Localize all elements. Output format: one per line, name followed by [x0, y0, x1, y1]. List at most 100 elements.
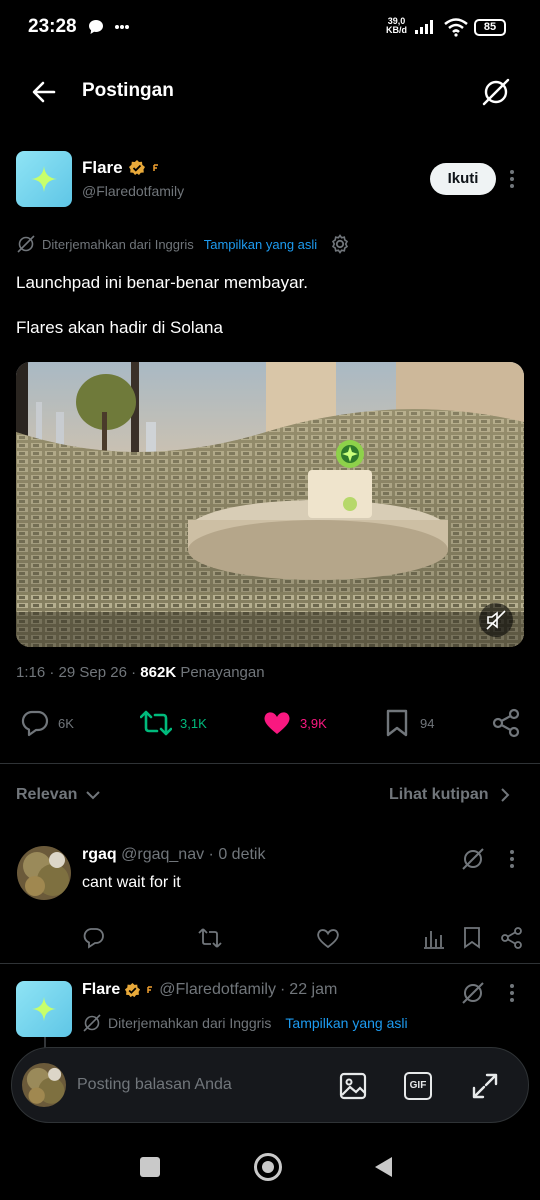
user-avatar-image — [17, 846, 71, 900]
grok-icon — [462, 848, 484, 870]
translation-row: Diterjemahkan dari Inggris Tampilkan yan… — [16, 234, 351, 254]
chat-notification-icon — [88, 19, 104, 35]
reply-more-button[interactable] — [506, 848, 518, 870]
quotes-label: Lihat kutipan — [389, 786, 489, 803]
reply-2-more-button[interactable] — [506, 982, 518, 1004]
page-title: Postingan — [82, 80, 174, 101]
post-video[interactable] — [16, 362, 524, 647]
post-time: 1:16 — [16, 664, 46, 681]
reply-author-name[interactable]: rgaq — [82, 846, 117, 863]
add-gif-button[interactable]: GIF — [404, 1071, 432, 1100]
repost-button[interactable]: 3,1K — [140, 708, 207, 738]
repost-count: 3,1K — [180, 715, 207, 731]
follow-button[interactable]: Ikuti — [430, 163, 496, 195]
grok-button[interactable] — [480, 76, 512, 108]
flare-logo-icon — [31, 166, 57, 192]
show-original-link[interactable]: Tampilkan yang asli — [204, 237, 317, 252]
reply-bookmark-button[interactable] — [462, 926, 484, 950]
post-meta: 1:16 · 29 Sep 26 · 862K Penayangan — [16, 664, 265, 681]
divider — [0, 763, 540, 764]
status-time: 23:28 — [28, 16, 77, 37]
reply-2-show-original-link[interactable]: Tampilkan yang asli — [285, 1015, 407, 1031]
like-button[interactable]: 3,9K — [262, 708, 327, 738]
reply-like-button[interactable] — [316, 926, 340, 950]
reply-icon — [83, 928, 104, 949]
user-avatar-image — [22, 1063, 66, 1107]
reply-2-author-handle: @Flaredotfamily — [159, 981, 276, 998]
share-icon — [501, 927, 522, 949]
reply-views-button[interactable] — [422, 926, 446, 950]
grok-icon — [83, 1014, 101, 1032]
post-more-button[interactable] — [504, 166, 520, 192]
reply-time: 0 detik — [218, 846, 266, 863]
reply-icon — [21, 710, 49, 737]
translated-label: Diterjemahkan dari Inggris — [42, 236, 194, 252]
reply-2-header: Flare @Flaredotfamily · 22 jam — [82, 981, 338, 999]
more-vertical-icon — [510, 170, 514, 188]
like-count: 3,9K — [300, 715, 327, 731]
wifi-icon — [444, 17, 468, 37]
author-name[interactable]: Flare — [82, 158, 161, 178]
author-avatar[interactable] — [16, 151, 72, 207]
gif-icon: GIF — [404, 1072, 432, 1100]
bookmark-button[interactable]: 94 — [384, 708, 434, 738]
post-date: 29 Sep 26 — [58, 664, 127, 681]
reply-2-translation-row: Diterjemahkan dari Inggris Tampilkan yan… — [82, 1013, 408, 1033]
add-image-button[interactable] — [338, 1071, 368, 1101]
share-button[interactable] — [492, 708, 522, 738]
repost-icon — [198, 928, 222, 948]
reply-reply-button[interactable] — [82, 926, 106, 950]
view-quotes-link[interactable]: Lihat kutipan — [389, 786, 511, 804]
sort-relevance-dropdown[interactable]: Relevan — [16, 786, 101, 804]
flare-logo-icon — [31, 996, 57, 1022]
reply-text: cant wait for it — [82, 874, 181, 891]
bookmark-count: 94 — [420, 715, 435, 731]
triangle-back-icon — [375, 1157, 392, 1177]
view-count: 862K — [140, 664, 177, 681]
reply-2-avatar[interactable] — [16, 981, 72, 1037]
mute-button[interactable] — [479, 603, 513, 637]
grok-icon — [482, 78, 510, 106]
reply-2-translated-label: Diterjemahkan dari Inggris — [108, 1015, 272, 1031]
reply-grok-button[interactable] — [460, 846, 486, 872]
more-vertical-icon — [510, 850, 514, 868]
reply-repost-button[interactable] — [198, 926, 222, 950]
heart-filled-icon — [264, 712, 290, 734]
share-icon — [492, 708, 520, 738]
recent-apps-button[interactable] — [140, 1157, 160, 1177]
expand-composer-button[interactable] — [470, 1071, 500, 1101]
affiliate-badge-icon — [146, 985, 155, 995]
sort-label: Relevan — [16, 786, 78, 803]
reply-count: 6K — [58, 715, 74, 731]
speaker-muted-icon — [486, 610, 506, 630]
network-speed: 39,0 KB/d — [386, 16, 407, 35]
affiliate-badge-icon — [151, 163, 160, 173]
reply-avatar[interactable] — [17, 846, 71, 900]
repost-icon — [140, 710, 172, 736]
reply-share-button[interactable] — [500, 926, 524, 950]
post-text-line-1: Launchpad ini benar-benar membayar. — [16, 273, 309, 292]
chevron-right-icon — [500, 788, 509, 802]
reply-2-time: 22 jam — [289, 981, 338, 998]
analytics-icon — [424, 931, 444, 949]
signal-icon — [414, 19, 436, 35]
expand-icon — [472, 1073, 498, 1099]
reply-button[interactable]: 6K — [20, 708, 74, 738]
more-notifications-icon — [114, 24, 130, 30]
author-name-text: Flare — [82, 158, 123, 177]
reply-2-author-name[interactable]: Flare — [82, 981, 120, 999]
arrow-left-icon — [32, 81, 56, 103]
system-back-button[interactable] — [372, 1155, 394, 1179]
back-button[interactable] — [28, 76, 60, 108]
reply-2-grok-button[interactable] — [460, 980, 486, 1006]
reply-author-handle: @rgaq_nav — [121, 846, 205, 863]
views-label: Penayangan — [180, 664, 265, 681]
settings-gear-icon[interactable] — [329, 233, 351, 255]
home-button[interactable] — [254, 1153, 282, 1181]
verified-badge-icon — [128, 160, 145, 175]
reply-input[interactable]: Posting balasan Anda — [77, 1076, 232, 1094]
composer-avatar — [22, 1063, 66, 1107]
image-icon — [339, 1072, 367, 1100]
author-handle: @Flaredotfamily — [82, 183, 185, 199]
bookmark-icon — [386, 709, 408, 737]
